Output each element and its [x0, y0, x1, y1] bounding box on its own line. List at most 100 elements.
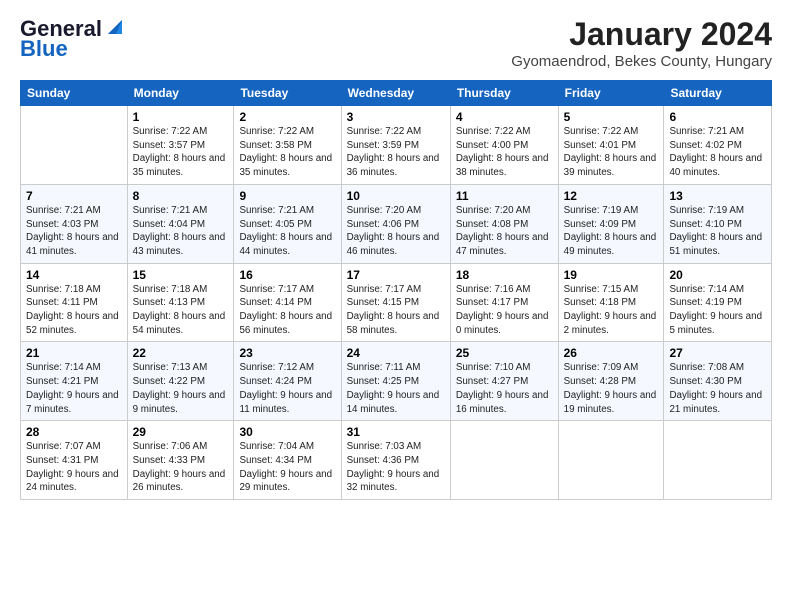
cell-4-1: 29Sunrise: 7:06 AMSunset: 4:33 PMDayligh… — [127, 421, 234, 500]
cell-info: Sunrise: 7:07 AMSunset: 4:31 PMDaylight:… — [26, 440, 122, 495]
cell-info: Sunrise: 7:20 AMSunset: 4:08 PMDaylight:… — [456, 204, 553, 259]
cell-1-6: 13Sunrise: 7:19 AMSunset: 4:10 PMDayligh… — [664, 184, 772, 263]
day-number: 5 — [564, 110, 659, 124]
cell-1-0: 7Sunrise: 7:21 AMSunset: 4:03 PMDaylight… — [21, 184, 128, 263]
page: General Blue January 2024 Gyomaendrod, B… — [0, 0, 792, 510]
cell-info: Sunrise: 7:04 AMSunset: 4:34 PMDaylight:… — [239, 440, 335, 495]
calendar-table: Sunday Monday Tuesday Wednesday Thursday… — [20, 80, 772, 500]
cell-info: Sunrise: 7:17 AMSunset: 4:14 PMDaylight:… — [239, 283, 335, 338]
cell-1-5: 12Sunrise: 7:19 AMSunset: 4:09 PMDayligh… — [558, 184, 664, 263]
cell-2-1: 15Sunrise: 7:18 AMSunset: 4:13 PMDayligh… — [127, 263, 234, 342]
day-number: 16 — [239, 268, 335, 282]
cell-info: Sunrise: 7:21 AMSunset: 4:04 PMDaylight:… — [133, 204, 229, 259]
cell-4-4 — [450, 421, 558, 500]
col-wednesday: Wednesday — [341, 81, 450, 106]
cell-0-0 — [21, 106, 128, 185]
cell-3-4: 25Sunrise: 7:10 AMSunset: 4:27 PMDayligh… — [450, 342, 558, 421]
cell-info: Sunrise: 7:18 AMSunset: 4:11 PMDaylight:… — [26, 283, 122, 338]
cell-4-3: 31Sunrise: 7:03 AMSunset: 4:36 PMDayligh… — [341, 421, 450, 500]
calendar-header-row: Sunday Monday Tuesday Wednesday Thursday… — [21, 81, 772, 106]
day-number: 12 — [564, 189, 659, 203]
day-number: 4 — [456, 110, 553, 124]
title-block: January 2024 Gyomaendrod, Bekes County, … — [511, 16, 772, 70]
cell-info: Sunrise: 7:14 AMSunset: 4:19 PMDaylight:… — [669, 283, 766, 338]
calendar-title: January 2024 — [511, 16, 772, 53]
day-number: 29 — [133, 425, 229, 439]
week-row-3: 21Sunrise: 7:14 AMSunset: 4:21 PMDayligh… — [21, 342, 772, 421]
day-number: 30 — [239, 425, 335, 439]
header: General Blue January 2024 Gyomaendrod, B… — [20, 16, 772, 70]
cell-3-5: 26Sunrise: 7:09 AMSunset: 4:28 PMDayligh… — [558, 342, 664, 421]
col-monday: Monday — [127, 81, 234, 106]
cell-info: Sunrise: 7:18 AMSunset: 4:13 PMDaylight:… — [133, 283, 229, 338]
cell-info: Sunrise: 7:13 AMSunset: 4:22 PMDaylight:… — [133, 361, 229, 416]
cell-4-0: 28Sunrise: 7:07 AMSunset: 4:31 PMDayligh… — [21, 421, 128, 500]
cell-4-2: 30Sunrise: 7:04 AMSunset: 4:34 PMDayligh… — [234, 421, 341, 500]
day-number: 6 — [669, 110, 766, 124]
cell-3-0: 21Sunrise: 7:14 AMSunset: 4:21 PMDayligh… — [21, 342, 128, 421]
day-number: 17 — [347, 268, 445, 282]
cell-info: Sunrise: 7:19 AMSunset: 4:10 PMDaylight:… — [669, 204, 766, 259]
day-number: 9 — [239, 189, 335, 203]
cell-info: Sunrise: 7:22 AMSunset: 4:00 PMDaylight:… — [456, 125, 553, 180]
cell-0-4: 4Sunrise: 7:22 AMSunset: 4:00 PMDaylight… — [450, 106, 558, 185]
day-number: 23 — [239, 346, 335, 360]
day-number: 27 — [669, 346, 766, 360]
col-thursday: Thursday — [450, 81, 558, 106]
col-friday: Friday — [558, 81, 664, 106]
cell-info: Sunrise: 7:16 AMSunset: 4:17 PMDaylight:… — [456, 283, 553, 338]
cell-3-2: 23Sunrise: 7:12 AMSunset: 4:24 PMDayligh… — [234, 342, 341, 421]
week-row-1: 7Sunrise: 7:21 AMSunset: 4:03 PMDaylight… — [21, 184, 772, 263]
cell-0-1: 1Sunrise: 7:22 AMSunset: 3:57 PMDaylight… — [127, 106, 234, 185]
cell-info: Sunrise: 7:21 AMSunset: 4:03 PMDaylight:… — [26, 204, 122, 259]
day-number: 20 — [669, 268, 766, 282]
cell-2-2: 16Sunrise: 7:17 AMSunset: 4:14 PMDayligh… — [234, 263, 341, 342]
cell-info: Sunrise: 7:22 AMSunset: 3:57 PMDaylight:… — [133, 125, 229, 180]
day-number: 10 — [347, 189, 445, 203]
day-number: 26 — [564, 346, 659, 360]
day-number: 19 — [564, 268, 659, 282]
cell-3-3: 24Sunrise: 7:11 AMSunset: 4:25 PMDayligh… — [341, 342, 450, 421]
cell-2-0: 14Sunrise: 7:18 AMSunset: 4:11 PMDayligh… — [21, 263, 128, 342]
day-number: 22 — [133, 346, 229, 360]
day-number: 13 — [669, 189, 766, 203]
cell-info: Sunrise: 7:03 AMSunset: 4:36 PMDaylight:… — [347, 440, 445, 495]
cell-info: Sunrise: 7:12 AMSunset: 4:24 PMDaylight:… — [239, 361, 335, 416]
cell-info: Sunrise: 7:14 AMSunset: 4:21 PMDaylight:… — [26, 361, 122, 416]
cell-info: Sunrise: 7:09 AMSunset: 4:28 PMDaylight:… — [564, 361, 659, 416]
cell-info: Sunrise: 7:22 AMSunset: 3:58 PMDaylight:… — [239, 125, 335, 180]
cell-info: Sunrise: 7:11 AMSunset: 4:25 PMDaylight:… — [347, 361, 445, 416]
day-number: 1 — [133, 110, 229, 124]
cell-info: Sunrise: 7:15 AMSunset: 4:18 PMDaylight:… — [564, 283, 659, 338]
cell-info: Sunrise: 7:08 AMSunset: 4:30 PMDaylight:… — [669, 361, 766, 416]
cell-info: Sunrise: 7:20 AMSunset: 4:06 PMDaylight:… — [347, 204, 445, 259]
cell-3-6: 27Sunrise: 7:08 AMSunset: 4:30 PMDayligh… — [664, 342, 772, 421]
day-number: 24 — [347, 346, 445, 360]
cell-info: Sunrise: 7:06 AMSunset: 4:33 PMDaylight:… — [133, 440, 229, 495]
cell-info: Sunrise: 7:17 AMSunset: 4:15 PMDaylight:… — [347, 283, 445, 338]
week-row-2: 14Sunrise: 7:18 AMSunset: 4:11 PMDayligh… — [21, 263, 772, 342]
calendar-subtitle: Gyomaendrod, Bekes County, Hungary — [511, 53, 772, 70]
day-number: 3 — [347, 110, 445, 124]
cell-0-2: 2Sunrise: 7:22 AMSunset: 3:58 PMDaylight… — [234, 106, 341, 185]
cell-info: Sunrise: 7:10 AMSunset: 4:27 PMDaylight:… — [456, 361, 553, 416]
cell-1-2: 9Sunrise: 7:21 AMSunset: 4:05 PMDaylight… — [234, 184, 341, 263]
cell-0-3: 3Sunrise: 7:22 AMSunset: 3:59 PMDaylight… — [341, 106, 450, 185]
week-row-0: 1Sunrise: 7:22 AMSunset: 3:57 PMDaylight… — [21, 106, 772, 185]
calendar-body: 1Sunrise: 7:22 AMSunset: 3:57 PMDaylight… — [21, 106, 772, 500]
day-number: 14 — [26, 268, 122, 282]
day-number: 7 — [26, 189, 122, 203]
day-number: 2 — [239, 110, 335, 124]
col-saturday: Saturday — [664, 81, 772, 106]
cell-4-5 — [558, 421, 664, 500]
cell-1-3: 10Sunrise: 7:20 AMSunset: 4:06 PMDayligh… — [341, 184, 450, 263]
cell-2-6: 20Sunrise: 7:14 AMSunset: 4:19 PMDayligh… — [664, 263, 772, 342]
cell-2-3: 17Sunrise: 7:17 AMSunset: 4:15 PMDayligh… — [341, 263, 450, 342]
cell-info: Sunrise: 7:22 AMSunset: 4:01 PMDaylight:… — [564, 125, 659, 180]
cell-info: Sunrise: 7:22 AMSunset: 3:59 PMDaylight:… — [347, 125, 445, 180]
cell-4-6 — [664, 421, 772, 500]
logo-blue: Blue — [20, 36, 68, 62]
cell-2-5: 19Sunrise: 7:15 AMSunset: 4:18 PMDayligh… — [558, 263, 664, 342]
cell-info: Sunrise: 7:21 AMSunset: 4:02 PMDaylight:… — [669, 125, 766, 180]
day-number: 11 — [456, 189, 553, 203]
